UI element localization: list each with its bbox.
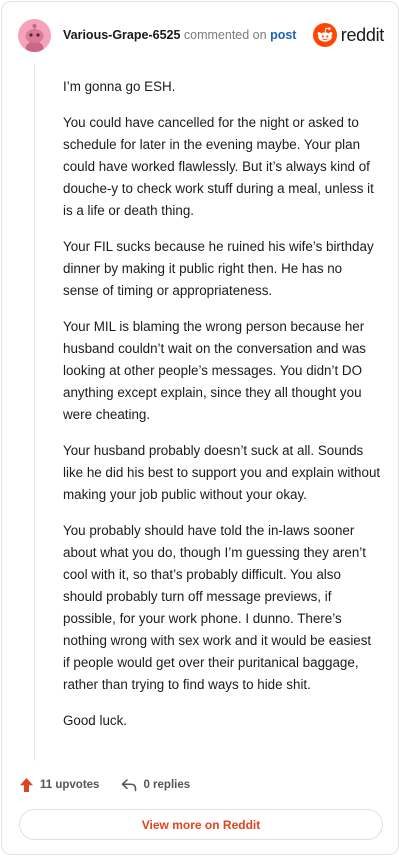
comment-paragraph: I’m gonna go ESH. <box>63 79 176 94</box>
reddit-logo-icon <box>312 23 337 47</box>
comment-header: Various-Grape-6525 commented on post red… <box>18 18 384 52</box>
reply-arrow-icon <box>122 779 137 792</box>
reply-count: 0 replies <box>143 779 191 791</box>
reply-button[interactable]: 0 replies <box>121 778 190 792</box>
snoo-avatar-icon <box>25 23 44 52</box>
thread-line <box>34 64 35 761</box>
comment-paragraph: Good luck. <box>63 713 128 728</box>
username[interactable]: Various-Grape-6525 <box>63 28 180 42</box>
comment-footer: 11 upvotes 0 replies <box>19 774 212 796</box>
comment-paragraph: You probably should have told the in-law… <box>63 523 372 692</box>
comment-embed-card: Various-Grape-6525 commented on post red… <box>1 1 399 855</box>
comment-paragraph: You could have cancelled for the night o… <box>63 115 374 218</box>
upvote-button[interactable]: 11 upvotes <box>19 777 99 793</box>
post-link[interactable]: post <box>270 28 296 42</box>
view-more-button[interactable]: View more on Reddit <box>19 809 383 840</box>
comment-meta: Various-Grape-6525 commented on post <box>63 28 296 42</box>
comment-paragraph: Your MIL is blaming the wrong person bec… <box>63 319 366 422</box>
comment-body: I’m gonna go ESH. You could have cancell… <box>63 76 381 746</box>
comment-paragraph: Your FIL sucks because he ruined his wif… <box>63 239 374 298</box>
upvote-arrow-icon <box>20 778 33 792</box>
commented-on-text: commented on <box>183 28 267 42</box>
reddit-brand[interactable]: reddit <box>312 23 385 47</box>
upvote-count: 11 upvotes <box>40 779 100 791</box>
reddit-wordmark: reddit <box>340 24 385 45</box>
user-avatar[interactable] <box>18 18 51 52</box>
comment-paragraph: Your husband probably doesn’t suck at al… <box>63 443 381 502</box>
